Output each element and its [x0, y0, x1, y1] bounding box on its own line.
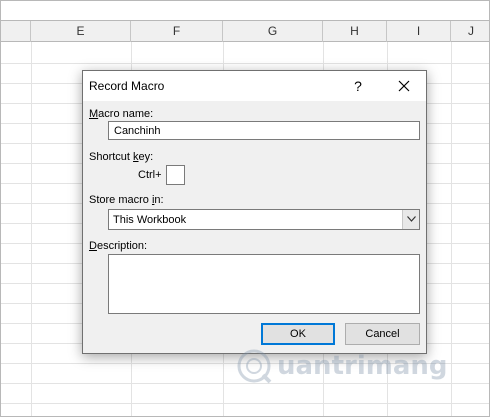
dropdown-button[interactable]	[402, 210, 419, 229]
macro-name-label: Macro name:	[89, 108, 154, 120]
column-header-j[interactable]: J	[451, 21, 489, 42]
dialog-title: Record Macro	[89, 79, 165, 93]
close-button[interactable]	[389, 75, 419, 97]
ok-button[interactable]: OK	[261, 323, 335, 345]
formula-bar-strip	[1, 1, 489, 21]
store-macro-select[interactable]: This Workbook	[108, 209, 420, 230]
grid-line	[1, 403, 489, 404]
dialog-titlebar[interactable]: Record Macro ?	[83, 71, 426, 101]
column-header-f[interactable]: F	[131, 21, 223, 42]
description-label: Description:	[89, 240, 148, 252]
grid-line	[31, 42, 32, 416]
store-macro-label: Store macro in:	[89, 194, 164, 206]
grid-line	[1, 63, 489, 64]
column-header-row: E F G H I J	[1, 21, 489, 42]
close-icon	[398, 80, 410, 92]
description-input[interactable]	[108, 254, 420, 314]
column-header-e[interactable]: E	[31, 21, 131, 42]
watermark: uantrimang	[235, 345, 455, 389]
shortcut-key-label: Shortcut key:	[89, 151, 154, 163]
record-macro-dialog: Record Macro ? Macro name: Canchinh Shor…	[82, 70, 427, 354]
column-header-h[interactable]: H	[323, 21, 387, 42]
column-header-g[interactable]: G	[223, 21, 323, 42]
ctrl-prefix-label: Ctrl+	[138, 169, 162, 181]
quantrimang-logo-icon	[237, 349, 272, 384]
macro-name-input[interactable]: Canchinh	[108, 121, 420, 140]
watermark-text: uantrimang	[277, 351, 448, 381]
chevron-down-icon	[407, 216, 416, 222]
cancel-button[interactable]: Cancel	[345, 323, 420, 345]
store-macro-value: This Workbook	[113, 214, 187, 226]
help-button[interactable]: ?	[345, 75, 371, 97]
column-header-corner	[1, 21, 31, 42]
shortcut-key-input[interactable]	[166, 165, 185, 185]
column-header-i[interactable]: I	[387, 21, 451, 42]
